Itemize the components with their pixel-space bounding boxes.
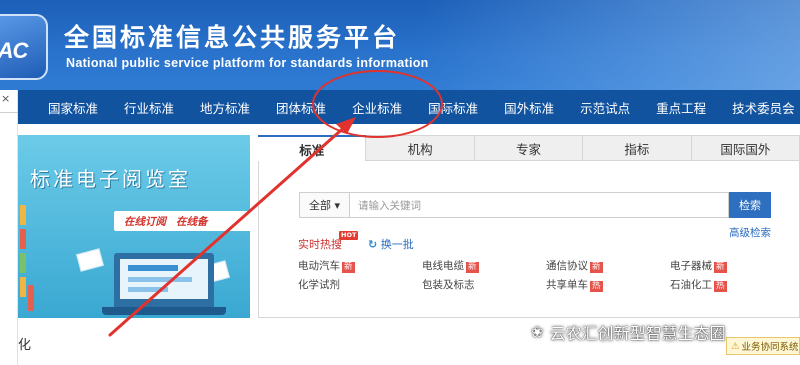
new-tag: 新 [590,262,603,273]
hot-keyword[interactable]: 电子器械新 [670,258,727,273]
logo-text: SAC [0,38,28,63]
watermark: ❀ 云农汇创新型智慧生态圈 [531,320,726,344]
sac-logo[interactable]: SAC [0,14,48,80]
hot-keyword[interactable]: 石油化工热 [670,277,727,292]
book-icon [20,277,26,297]
hot-search-label: 实时热搜 [298,238,342,251]
screen-bar [128,277,192,282]
nav-item-key-projects[interactable]: 重点工程 [643,98,719,117]
header-glow [420,0,800,90]
laptop-base [102,307,226,315]
nav-item-pilot[interactable]: 示范试点 [567,98,643,117]
search-tabs: 标准 机构 专家 指标 国际国外 [258,135,800,161]
book-icon [28,285,34,311]
refresh-button[interactable]: ↻ 换一批 [368,236,414,252]
banner-tag-backup: 在线备 [176,215,208,228]
hot-keyword-text: 包装及标志 [422,279,475,291]
main-nav: 国家标准 行业标准 地方标准 团体标准 企业标准 国际标准 国外标准 示范试点 … [18,90,800,124]
tab-standards[interactable]: 标准 [258,135,367,161]
tab-organizations[interactable]: 机构 [366,135,475,161]
bottom-left-text: 化 [18,338,32,353]
site-title: 全国标准信息公共服务平台 [64,23,401,52]
collab-system-text: 业务协同系统 [741,342,799,353]
search-bar: 全部 ▾ 请输入关键词 检索 [299,192,771,218]
hot-keyword[interactable]: 电动汽车新 [298,258,355,273]
close-icon[interactable]: × [1,92,10,105]
nav-item-enterprise[interactable]: 企业标准 [339,98,415,117]
watermark-text: 云农汇创新型智慧生态圈 [549,324,726,343]
nav-item-industry[interactable]: 行业标准 [111,98,187,117]
hot-badge: HOT [339,231,359,240]
nav-item-foreign[interactable]: 国外标准 [491,98,567,117]
tab-indicators[interactable]: 指标 [583,135,692,161]
nav-item-group[interactable]: 团体标准 [263,98,339,117]
site-subtitle: National public service platform for sta… [66,56,429,70]
search-input[interactable]: 请输入关键词 [349,192,729,218]
advanced-search-link[interactable]: 高级检索 [729,225,771,240]
site-header: SAC 全国标准信息公共服务平台 National public service… [0,0,800,90]
new-tag: 新 [342,262,355,273]
hot-keyword-text: 电线电缆 [422,260,464,272]
hot-keyword-text: 通信协议 [546,260,588,272]
book-icon [20,205,26,225]
nav-item-international[interactable]: 国际标准 [415,98,491,117]
hot-keyword-text: 石油化工 [670,279,712,291]
screen-bar [128,265,178,271]
nav-item-committee[interactable]: 技术委员会 [719,98,800,117]
laptop-icon [114,253,214,309]
search-scope-select[interactable]: 全部 ▾ [299,192,349,218]
hot-tag: 热 [714,281,727,292]
hot-tag: 热 [590,281,603,292]
new-tag: 新 [466,262,479,273]
banner-tag-subscribe: 在线订阅 [124,215,166,228]
screen-bar [128,287,168,292]
hot-keyword[interactable]: 化学试剂 [298,277,340,292]
hot-keyword-text: 化学试剂 [298,279,340,291]
book-icon [20,229,26,249]
hot-keyword[interactable]: 通信协议新 [546,258,603,273]
hot-keyword[interactable]: 电线电缆新 [422,258,479,273]
warning-icon: ⚠ [731,340,740,352]
banner-tags: 在线订阅 在线备 [114,211,250,231]
nav-item-national[interactable]: 国家标准 [18,98,111,117]
hot-keyword-text: 共享单车 [546,279,588,291]
hot-keyword-text: 电动汽车 [298,260,340,272]
refresh-label: 换一批 [380,238,414,251]
tab-experts[interactable]: 专家 [474,135,584,161]
left-divider [0,112,18,120]
hot-keyword[interactable]: 共享单车热 [546,277,603,292]
hot-keyword-text: 电子器械 [670,260,712,272]
left-side-panel [0,90,18,365]
wechat-icon: ❀ [531,323,544,341]
refresh-icon: ↻ [368,238,378,251]
search-button[interactable]: 检索 [729,192,771,218]
new-tag: 新 [714,262,727,273]
tab-international-foreign[interactable]: 国际国外 [691,135,800,161]
hot-keyword[interactable]: 包装及标志 [422,277,475,292]
banner-title: 标准电子阅览室 [30,167,191,191]
collab-system-badge[interactable]: ⚠ 业务协同系统 [726,337,800,355]
book-icon [20,253,26,273]
nav-item-local[interactable]: 地方标准 [187,98,263,117]
reading-room-banner[interactable]: 标准电子阅览室 在线订阅 在线备 [18,135,250,318]
